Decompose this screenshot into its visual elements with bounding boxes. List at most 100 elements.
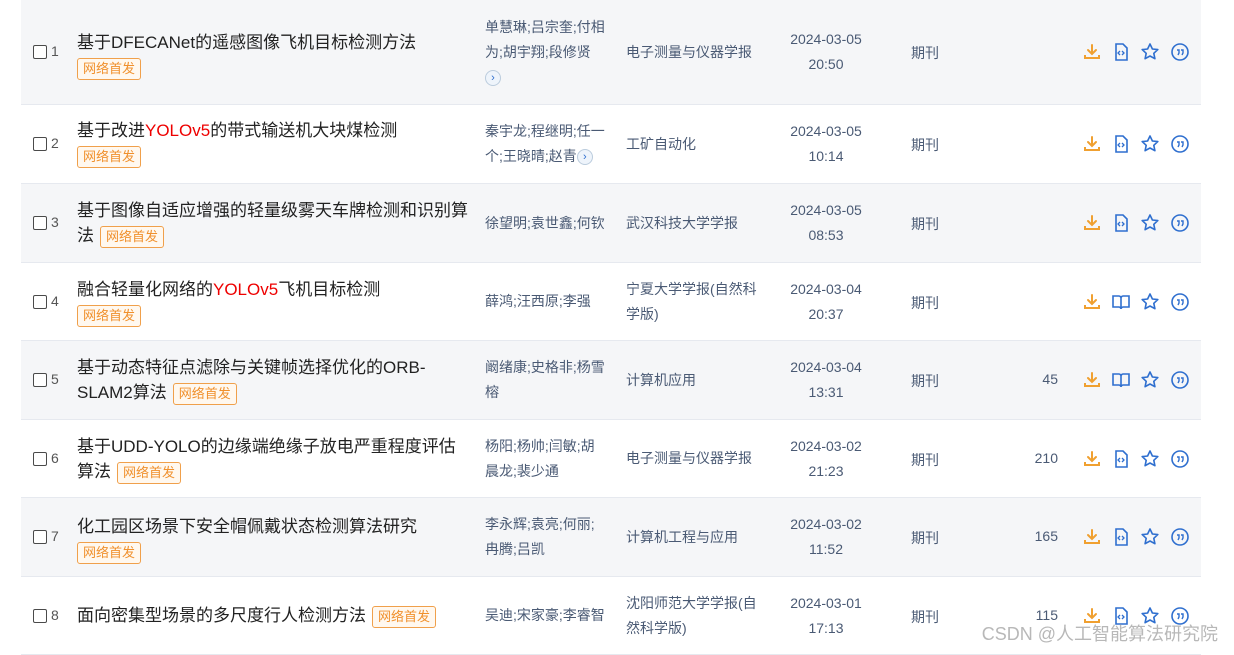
- row-actions: [1082, 292, 1202, 312]
- authors[interactable]: 阚绪康;史格非;杨雪榕: [485, 355, 615, 405]
- quote-icon[interactable]: [1170, 449, 1190, 469]
- html-icon[interactable]: [1111, 449, 1131, 469]
- keyword-highlight: YOLOv5: [145, 121, 211, 140]
- download-icon[interactable]: [1082, 449, 1102, 469]
- title-text: 面向密集型场景的多尺度行人检测方法: [77, 606, 366, 625]
- date-time: 17:13: [808, 619, 844, 636]
- table-row: 4 融合轻量化网络的YOLOv5飞机目标检测 网络首发 薛鸿;汪西原;李强 宁夏大学学报…: [21, 263, 1201, 341]
- date-day: 2024-03-02: [790, 516, 862, 532]
- row-number: 1: [51, 43, 59, 59]
- download-icon[interactable]: [1082, 292, 1102, 312]
- book-icon[interactable]: [1111, 292, 1131, 312]
- quote-icon[interactable]: [1170, 527, 1190, 547]
- article-title[interactable]: 化工园区场景下安全帽佩戴状态检测算法研究 网络首发: [77, 514, 472, 564]
- citation-count[interactable]: 210: [998, 450, 1058, 466]
- journal-source[interactable]: 电子测量与仪器学报: [626, 446, 771, 471]
- quote-icon[interactable]: [1170, 292, 1190, 312]
- star-icon[interactable]: [1140, 370, 1160, 390]
- citation-count[interactable]: 165: [998, 528, 1058, 544]
- date-day: 2024-03-01: [790, 594, 862, 611]
- article-title[interactable]: 基于UDD-YOLO的边缘端绝缘子放电严重程度评估算法 网络首发: [77, 434, 472, 484]
- authors[interactable]: 吴迪;宋家豪;李睿智: [485, 603, 615, 628]
- row-actions: [1082, 42, 1202, 62]
- article-title[interactable]: 基于改进YOLOv5的带式输送机大块煤检测 网络首发: [77, 118, 472, 168]
- star-icon[interactable]: [1140, 449, 1160, 469]
- table-row: 6 基于UDD-YOLO的边缘端绝缘子放电严重程度评估算法 网络首发 杨阳;杨帅;闫敏…: [21, 420, 1201, 498]
- database-type: 期刊: [911, 45, 939, 61]
- star-icon[interactable]: [1140, 213, 1160, 233]
- html-icon[interactable]: [1111, 527, 1131, 547]
- database-type: 期刊: [911, 216, 939, 232]
- star-icon[interactable]: [1140, 527, 1160, 547]
- row-checkbox[interactable]: [33, 216, 47, 230]
- citation-count[interactable]: 45: [998, 371, 1058, 387]
- more-authors-icon[interactable]: ›: [485, 70, 501, 87]
- author-line: 晨龙;裴少通: [485, 462, 559, 479]
- star-icon[interactable]: [1140, 42, 1160, 62]
- author-line: 秦宇龙;程继明;任一: [485, 123, 605, 139]
- more-authors-icon[interactable]: ›: [576, 149, 593, 166]
- row-checkbox[interactable]: [33, 530, 47, 544]
- journal-source[interactable]: 武汉科技大学学报: [626, 211, 771, 236]
- journal-source[interactable]: 沈阳师范大学学报(自 然科学版): [626, 591, 771, 641]
- title-text: 基于DFECANet的遥感图像飞机目标检测方法: [77, 33, 417, 52]
- authors[interactable]: 单慧琳;吕宗奎;付相 为;胡宇翔;段修贤 ›: [485, 15, 615, 90]
- row-number: 7: [51, 528, 59, 544]
- row-checkbox[interactable]: [33, 45, 47, 59]
- row-checkbox[interactable]: [33, 608, 47, 623]
- article-title[interactable]: 基于DFECANet的遥感图像飞机目标检测方法 网络首发: [77, 30, 472, 80]
- journal-source[interactable]: 计算机应用: [626, 368, 771, 393]
- html-icon[interactable]: [1111, 213, 1131, 233]
- source-line: 学版): [626, 305, 659, 322]
- quote-icon[interactable]: [1170, 213, 1190, 233]
- download-icon[interactable]: [1082, 213, 1102, 233]
- authors[interactable]: 薛鸿;汪西原;李强: [485, 289, 615, 314]
- row-number: 8: [51, 606, 59, 623]
- row-checkbox[interactable]: [33, 451, 47, 466]
- journal-source[interactable]: 计算机工程与应用: [626, 525, 771, 550]
- html-icon[interactable]: [1111, 134, 1131, 154]
- source-line: 沈阳师范大学学报(自: [626, 594, 757, 611]
- row-checkbox[interactable]: [33, 294, 47, 309]
- author-line: 冉腾;吕凯: [485, 541, 545, 557]
- publish-date: 2024-03-05 08:53: [776, 198, 876, 248]
- keyword-highlight: YOLOv5: [213, 280, 279, 299]
- article-title[interactable]: 基于图像自适应增强的轻量级雾天车牌检测和识别算法 网络首发: [77, 198, 472, 248]
- publish-date: 2024-03-05 20:50: [776, 27, 876, 77]
- table-row: 7 化工园区场景下安全帽佩戴状态检测算法研究 网络首发 李永辉;袁亮;何丽; 冉腾;吕凯…: [21, 498, 1201, 577]
- journal-source[interactable]: 电子测量与仪器学报: [626, 40, 771, 65]
- download-icon[interactable]: [1082, 527, 1102, 547]
- source-line: 计算机工程与应用: [626, 528, 738, 545]
- row-number: 3: [51, 214, 59, 230]
- article-title[interactable]: 基于动态特征点滤除与关键帧选择优化的ORB-SLAM2算法 网络首发: [77, 355, 472, 405]
- quote-icon[interactable]: [1170, 134, 1190, 154]
- online-first-badge: 网络首发: [77, 145, 142, 168]
- book-icon[interactable]: [1111, 370, 1131, 390]
- quote-icon[interactable]: [1170, 370, 1190, 390]
- authors[interactable]: 李永辉;袁亮;何丽; 冉腾;吕凯: [485, 512, 615, 562]
- authors[interactable]: 徐望明;袁世鑫;何钦: [485, 211, 615, 236]
- authors[interactable]: 杨阳;杨帅;闫敏;胡 晨龙;裴少通: [485, 434, 615, 484]
- html-icon[interactable]: [1111, 42, 1131, 62]
- row-checkbox[interactable]: [33, 137, 47, 151]
- star-icon[interactable]: [1140, 292, 1160, 312]
- download-icon[interactable]: [1082, 370, 1102, 390]
- row-actions: [1082, 449, 1202, 469]
- online-first-badge: 网络首发: [117, 461, 182, 484]
- database-type: 期刊: [911, 608, 939, 625]
- quote-icon[interactable]: [1170, 42, 1190, 62]
- article-title[interactable]: 面向密集型场景的多尺度行人检测方法 网络首发: [77, 603, 472, 628]
- author-line: 李永辉;袁亮;何丽;: [485, 516, 595, 532]
- author-line: 杨阳;杨帅;闫敏;胡: [485, 437, 595, 454]
- author-line: 个;王晓晴;赵青 ›: [485, 144, 615, 169]
- star-icon[interactable]: [1140, 134, 1160, 154]
- journal-source[interactable]: 工矿自动化: [626, 132, 771, 157]
- article-title[interactable]: 融合轻量化网络的YOLOv5飞机目标检测 网络首发: [77, 277, 472, 327]
- download-icon[interactable]: [1082, 42, 1102, 62]
- journal-source[interactable]: 宁夏大学学报(自然科 学版): [626, 277, 771, 327]
- date-day: 2024-03-04: [790, 359, 862, 375]
- authors[interactable]: 秦宇龙;程继明;任一个;王晓晴;赵青 ›: [485, 119, 615, 169]
- row-checkbox[interactable]: [33, 373, 47, 387]
- row-number: 5: [51, 371, 59, 387]
- download-icon[interactable]: [1082, 134, 1102, 154]
